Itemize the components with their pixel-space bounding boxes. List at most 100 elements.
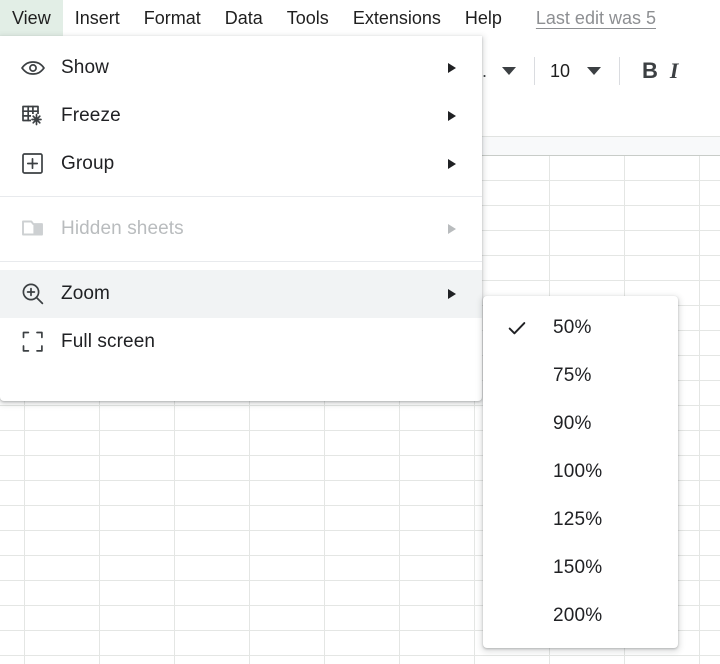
grid-cell[interactable] <box>175 481 250 505</box>
grid-cell[interactable] <box>550 181 625 205</box>
grid-cell[interactable] <box>0 481 25 505</box>
grid-cell[interactable] <box>250 656 325 664</box>
menubar-item-view[interactable]: View <box>0 0 63 36</box>
last-edit-status[interactable]: Last edit was 5 <box>536 8 656 29</box>
menubar-item-data[interactable]: Data <box>213 0 275 36</box>
zoom-option-125[interactable]: 125% <box>483 496 678 544</box>
grid-cell[interactable] <box>700 181 720 205</box>
zoom-option-100[interactable]: 100% <box>483 448 678 496</box>
grid-cell[interactable] <box>700 556 720 580</box>
grid-cell[interactable] <box>325 431 400 455</box>
menu-item-freeze[interactable]: Freeze <box>0 92 482 140</box>
grid-cell[interactable] <box>700 256 720 280</box>
grid-cell[interactable] <box>0 431 25 455</box>
menubar-item-help[interactable]: Help <box>453 0 514 36</box>
menu-item-zoom[interactable]: Zoom <box>0 270 482 318</box>
grid-cell[interactable] <box>700 656 720 664</box>
grid-cell[interactable] <box>700 231 720 255</box>
grid-cell[interactable] <box>550 156 625 180</box>
grid-cell[interactable] <box>175 406 250 430</box>
grid-cell[interactable] <box>25 431 100 455</box>
grid-cell[interactable] <box>25 406 100 430</box>
grid-cell[interactable] <box>100 431 175 455</box>
grid-cell[interactable] <box>100 656 175 664</box>
grid-cell[interactable] <box>0 656 25 664</box>
grid-cell[interactable] <box>325 556 400 580</box>
grid-cell[interactable] <box>100 581 175 605</box>
grid-cell[interactable] <box>250 481 325 505</box>
grid-cell[interactable] <box>400 656 475 664</box>
grid-cell[interactable] <box>700 431 720 455</box>
grid-cell[interactable] <box>100 606 175 630</box>
grid-cell[interactable] <box>475 656 550 664</box>
grid-cell[interactable] <box>400 556 475 580</box>
grid-cell[interactable] <box>175 456 250 480</box>
grid-cell[interactable] <box>700 531 720 555</box>
grid-cell[interactable] <box>175 656 250 664</box>
grid-cell[interactable] <box>625 181 700 205</box>
grid-cell[interactable] <box>700 381 720 405</box>
grid-cell[interactable] <box>250 431 325 455</box>
grid-cell[interactable] <box>625 656 700 664</box>
grid-cell[interactable] <box>250 631 325 655</box>
grid-cell[interactable] <box>550 206 625 230</box>
font-size-selector[interactable]: 10 <box>543 61 577 82</box>
grid-cell[interactable] <box>250 456 325 480</box>
grid-cell[interactable] <box>175 531 250 555</box>
grid-cell[interactable] <box>175 506 250 530</box>
zoom-option-90[interactable]: 90% <box>483 400 678 448</box>
italic-button[interactable]: I <box>670 58 679 84</box>
grid-cell[interactable] <box>700 306 720 330</box>
grid-cell[interactable] <box>250 581 325 605</box>
grid-cell[interactable] <box>0 581 25 605</box>
grid-cell[interactable] <box>325 506 400 530</box>
grid-cell[interactable] <box>175 556 250 580</box>
grid-cell[interactable] <box>0 531 25 555</box>
grid-cell[interactable] <box>700 481 720 505</box>
grid-cell[interactable] <box>475 256 550 280</box>
grid-cell[interactable] <box>25 581 100 605</box>
grid-cell[interactable] <box>550 656 625 664</box>
zoom-option-75[interactable]: 75% <box>483 352 678 400</box>
grid-cell[interactable] <box>250 406 325 430</box>
grid-cell[interactable] <box>25 631 100 655</box>
grid-cell[interactable] <box>700 456 720 480</box>
grid-cell[interactable] <box>25 481 100 505</box>
grid-cell[interactable] <box>0 631 25 655</box>
grid-cell[interactable] <box>700 406 720 430</box>
grid-cell[interactable] <box>400 406 475 430</box>
grid-cell[interactable] <box>325 481 400 505</box>
grid-cell[interactable] <box>0 506 25 530</box>
grid-cell[interactable] <box>25 556 100 580</box>
grid-cell[interactable] <box>325 631 400 655</box>
menu-item-group[interactable]: Group <box>0 140 482 188</box>
menubar-item-tools[interactable]: Tools <box>275 0 341 36</box>
grid-cell[interactable] <box>100 406 175 430</box>
grid-cell[interactable] <box>175 631 250 655</box>
grid-cell[interactable] <box>25 606 100 630</box>
grid-cell[interactable] <box>700 206 720 230</box>
grid-cell[interactable] <box>400 456 475 480</box>
grid-cell[interactable] <box>100 556 175 580</box>
grid-cell[interactable] <box>475 156 550 180</box>
grid-cell[interactable] <box>100 531 175 555</box>
grid-cell[interactable] <box>700 156 720 180</box>
grid-cell[interactable] <box>325 656 400 664</box>
grid-cell[interactable] <box>400 581 475 605</box>
zoom-option-50[interactable]: 50% <box>483 304 678 352</box>
grid-cell[interactable] <box>400 506 475 530</box>
grid-cell[interactable] <box>700 631 720 655</box>
menubar-item-format[interactable]: Format <box>132 0 213 36</box>
grid-cell[interactable] <box>625 231 700 255</box>
grid-cell[interactable] <box>625 256 700 280</box>
grid-cell[interactable] <box>475 231 550 255</box>
grid-cell[interactable] <box>325 606 400 630</box>
grid-cell[interactable] <box>0 556 25 580</box>
chevron-down-icon[interactable] <box>502 67 517 75</box>
grid-cell[interactable] <box>475 181 550 205</box>
grid-cell[interactable] <box>100 456 175 480</box>
grid-cell[interactable] <box>325 531 400 555</box>
menu-item-full-screen[interactable]: Full screen <box>0 318 482 366</box>
zoom-option-150[interactable]: 150% <box>483 544 678 592</box>
grid-cell[interactable] <box>550 231 625 255</box>
